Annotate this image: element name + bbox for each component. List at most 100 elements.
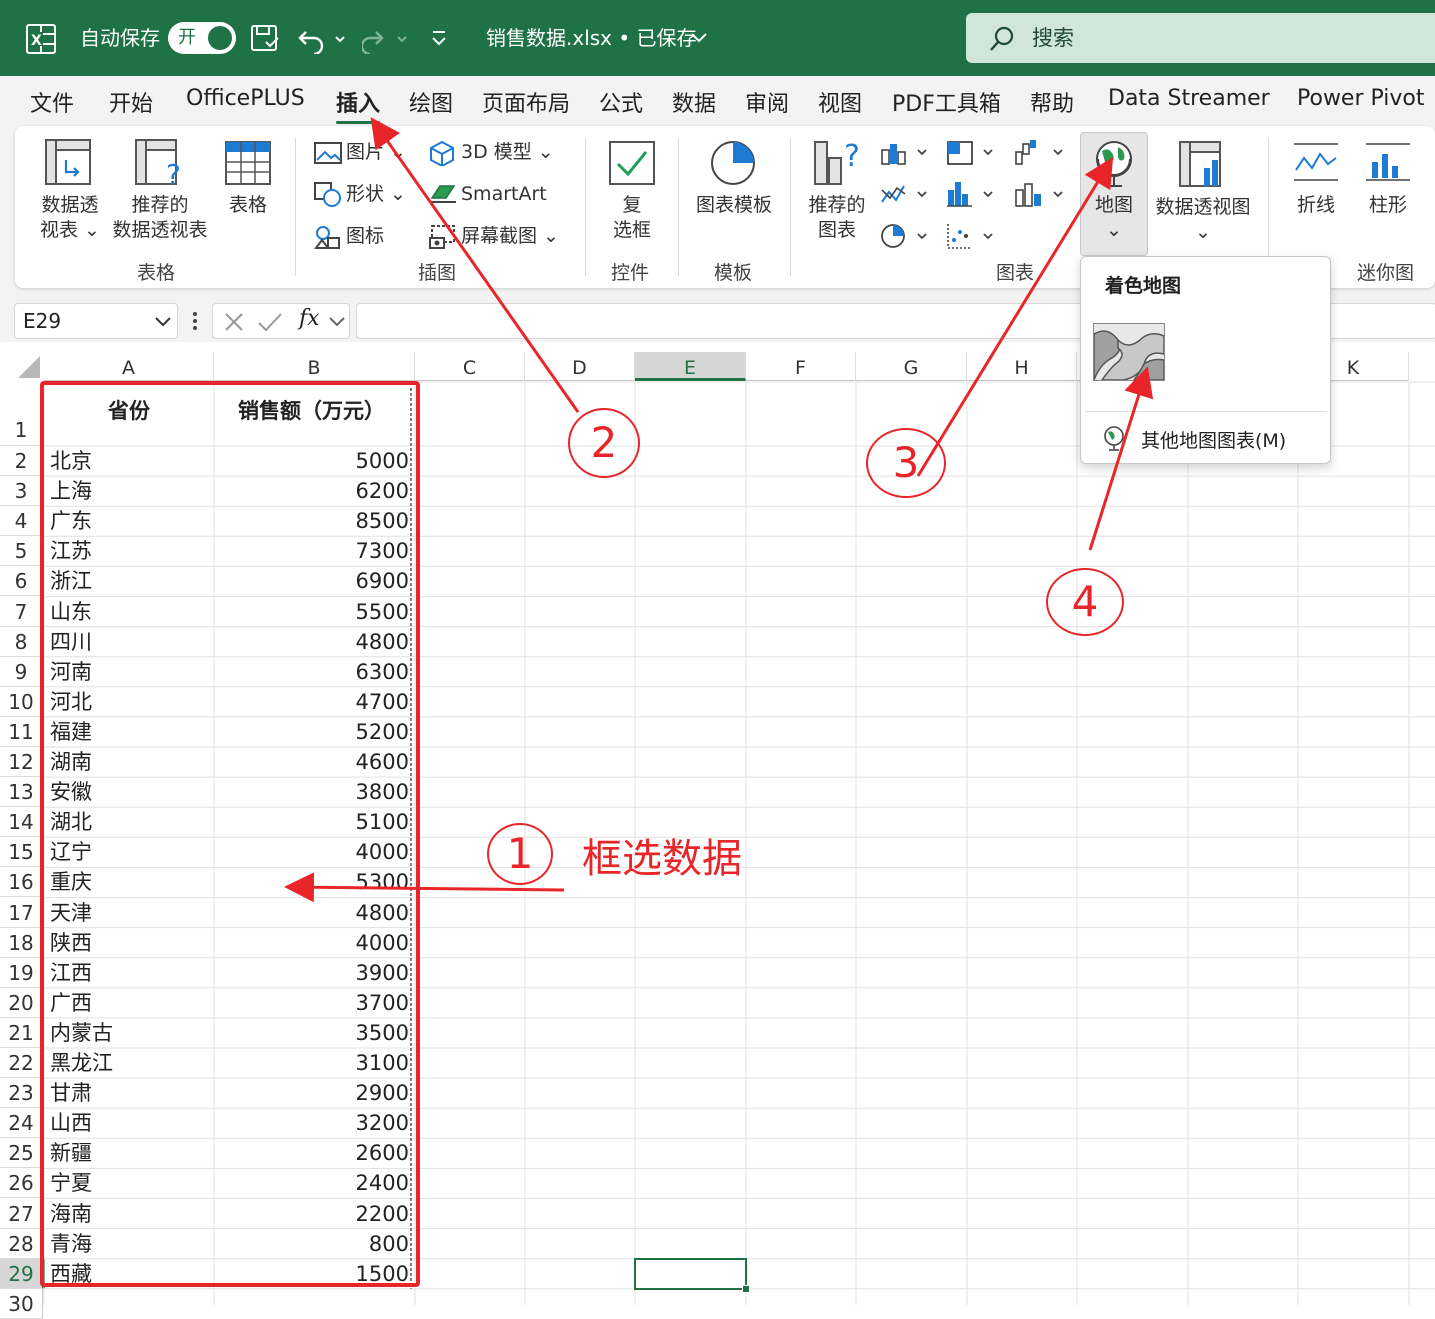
province-cell[interactable]: 内蒙古 — [50, 1018, 212, 1048]
insert-function-button[interactable]: fx — [299, 306, 320, 331]
sales-cell[interactable]: 3700 — [214, 988, 409, 1018]
sales-cell[interactable]: 6300 — [214, 657, 409, 687]
tab-data-streamer[interactable]: Data Streamer — [1108, 86, 1270, 111]
province-cell[interactable]: 黑龙江 — [50, 1048, 212, 1078]
tab-help[interactable]: 帮助 — [1030, 86, 1074, 118]
province-cell[interactable]: 西藏 — [50, 1259, 212, 1289]
filled-map-option[interactable] — [1093, 323, 1165, 381]
sales-cell[interactable]: 5000 — [214, 446, 409, 476]
smartart-button[interactable]: SmartArt — [461, 182, 547, 207]
sales-cell[interactable]: 5100 — [214, 807, 409, 837]
province-cell[interactable]: 安徽 — [50, 777, 212, 807]
recommended-charts-button[interactable]: 推荐的 图表 — [804, 193, 870, 243]
province-cell[interactable]: 天津 — [50, 898, 212, 928]
maps-button[interactable]: 地图 ⌄ — [1080, 132, 1148, 256]
province-cell[interactable]: 广东 — [50, 506, 212, 536]
sales-cell[interactable]: 4000 — [214, 837, 409, 867]
sparkline-column-button[interactable]: 柱形 — [1366, 193, 1410, 218]
save-icon[interactable] — [250, 24, 282, 54]
province-cell[interactable]: 重庆 — [50, 867, 212, 897]
hierarchy-chart-icon[interactable] — [946, 140, 998, 166]
province-cell[interactable]: 浙江 — [50, 566, 212, 596]
sales-cell[interactable]: 5300 — [214, 867, 409, 897]
province-cell[interactable]: 河南 — [50, 657, 212, 687]
waterfall-chart-icon[interactable] — [1014, 138, 1066, 166]
province-cell[interactable]: 山东 — [50, 597, 212, 627]
chevron-down-icon[interactable] — [690, 30, 708, 46]
province-cell[interactable]: 甘肃 — [50, 1078, 212, 1108]
sales-cell[interactable]: 3100 — [214, 1048, 409, 1078]
icons-button[interactable]: 图标 — [346, 224, 384, 249]
sales-cell[interactable]: 2400 — [214, 1168, 409, 1198]
sales-cell[interactable]: 4600 — [214, 747, 409, 777]
search-box[interactable]: 搜索 — [966, 13, 1435, 63]
province-cell[interactable]: 新疆 — [50, 1138, 212, 1168]
province-cell[interactable]: 湖北 — [50, 807, 212, 837]
tab-officeplus[interactable]: OfficePLUS — [186, 86, 305, 111]
province-cell[interactable]: 陕西 — [50, 928, 212, 958]
province-cell[interactable]: 海南 — [50, 1199, 212, 1229]
tab-pdf-toolbox[interactable]: PDF工具箱 — [892, 86, 1001, 118]
pie-chart-icon[interactable] — [880, 222, 932, 250]
province-cell[interactable]: 四川 — [50, 627, 212, 657]
enter-icon[interactable] — [257, 311, 283, 333]
checkbox-control-button[interactable]: 复 选框 — [602, 193, 662, 243]
fill-handle[interactable] — [742, 1284, 750, 1293]
combo-chart-icon[interactable] — [1014, 180, 1066, 208]
sales-cell[interactable]: 800 — [214, 1229, 409, 1259]
screenshot-button[interactable]: 屏幕截图 ⌄ — [461, 224, 559, 249]
file-title[interactable]: 销售数据.xlsx • 已保存 — [486, 0, 697, 76]
tab-view[interactable]: 视图 — [818, 86, 862, 118]
sales-cell[interactable]: 3200 — [214, 1108, 409, 1138]
sales-cell[interactable]: 2900 — [214, 1078, 409, 1108]
header-cell-province[interactable]: 省份 — [44, 382, 214, 440]
name-box[interactable]: E29 — [14, 303, 178, 339]
sales-cell[interactable]: 7300 — [214, 536, 409, 566]
scatter-chart-icon[interactable] — [946, 222, 998, 250]
sales-cell[interactable]: 4000 — [214, 928, 409, 958]
customize-toolbar-icon[interactable] — [430, 28, 448, 50]
tab-insert[interactable]: 插入 — [336, 86, 381, 124]
province-cell[interactable]: 宁夏 — [50, 1168, 212, 1198]
province-cell[interactable]: 青海 — [50, 1229, 212, 1259]
autosave-toggle[interactable]: 开 — [168, 22, 236, 54]
sales-cell[interactable]: 4700 — [214, 687, 409, 717]
tab-file[interactable]: 文件 — [30, 86, 74, 118]
sales-cell[interactable]: 3500 — [214, 1018, 409, 1048]
tab-data[interactable]: 数据 — [672, 86, 716, 118]
statistic-chart-icon[interactable] — [946, 180, 998, 208]
sales-cell[interactable]: 6900 — [214, 566, 409, 596]
province-cell[interactable]: 北京 — [50, 446, 212, 476]
header-cell-sales[interactable]: 销售额（万元） — [214, 382, 409, 440]
tab-draw[interactable]: 绘图 — [409, 86, 453, 118]
redo-icon[interactable] — [362, 24, 412, 54]
3d-models-button[interactable]: 3D 模型 ⌄ — [461, 140, 554, 165]
active-cell[interactable] — [634, 1257, 750, 1293]
province-cell[interactable]: 辽宁 — [50, 837, 212, 867]
sparkline-line-button[interactable]: 折线 — [1294, 193, 1338, 218]
chart-template-button[interactable]: 图表模板 — [690, 193, 778, 218]
sales-cell[interactable]: 5500 — [214, 597, 409, 627]
shapes-button[interactable]: 形状 ⌄ — [346, 182, 406, 207]
sales-cell[interactable]: 5200 — [214, 717, 409, 747]
sales-cell[interactable]: 3800 — [214, 777, 409, 807]
tab-home[interactable]: 开始 — [109, 86, 153, 118]
province-cell[interactable]: 山西 — [50, 1108, 212, 1138]
sales-cell[interactable]: 4800 — [214, 627, 409, 657]
province-cell[interactable]: 广西 — [50, 988, 212, 1018]
sales-cell[interactable]: 2200 — [214, 1199, 409, 1229]
province-cell[interactable]: 河北 — [50, 687, 212, 717]
sales-cell[interactable]: 3900 — [214, 958, 409, 988]
column-chart-icon[interactable] — [880, 140, 932, 166]
province-cell[interactable]: 江苏 — [50, 536, 212, 566]
tab-review[interactable]: 审阅 — [745, 86, 789, 118]
recommended-pivot-button[interactable]: 推荐的 数据透视表 — [108, 193, 212, 243]
more-options-icon[interactable] — [190, 310, 200, 332]
chevron-down-icon[interactable] — [329, 316, 345, 328]
pivot-table-button[interactable]: 数据透 视表 ⌄ — [30, 193, 110, 243]
sales-cell[interactable]: 8500 — [214, 506, 409, 536]
tab-power-pivot[interactable]: Power Pivot — [1297, 86, 1425, 111]
province-cell[interactable]: 湖南 — [50, 747, 212, 777]
sales-cell[interactable]: 2600 — [214, 1138, 409, 1168]
tab-formulas[interactable]: 公式 — [599, 86, 643, 118]
